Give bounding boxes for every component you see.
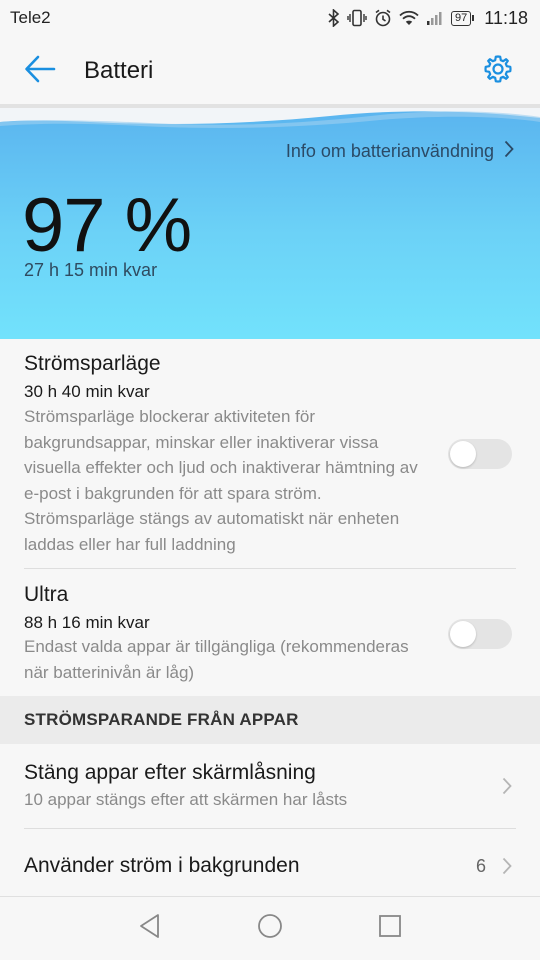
background-power-title: Använder ström i bakgrunden (24, 854, 300, 877)
ultra-toggle[interactable] (448, 619, 512, 649)
nav-home-icon (257, 913, 283, 944)
settings-button[interactable] (466, 36, 530, 106)
power-saving-toggle[interactable] (448, 439, 512, 469)
toggle-knob (450, 441, 476, 467)
battery-usage-info-link[interactable]: Info om batterianvändning (286, 140, 514, 163)
signal-icon (426, 10, 444, 26)
power-saving-description: Strömsparläge blockerar aktiviteten för … (24, 407, 418, 554)
carrier-name: Tele2 (10, 8, 51, 27)
nav-recents-button[interactable] (370, 909, 410, 949)
close-apps-title: Stäng appar efter skärmlåsning (24, 761, 316, 784)
wave-decoration (0, 108, 540, 128)
status-bar: Tele2 97 11:18 (0, 0, 540, 36)
battery-icon: 97 (451, 10, 475, 26)
arrow-back-icon (24, 55, 56, 88)
status-icons: 97 11:18 (328, 8, 528, 29)
background-power-count: 6 (475, 856, 486, 876)
ultra-remaining: 88 h 16 min kvar (24, 613, 150, 632)
app-bar: Batteri (0, 36, 540, 106)
nav-back-button[interactable] (130, 909, 170, 949)
wifi-icon (399, 10, 419, 26)
toggle-knob (450, 621, 476, 647)
chevron-right-icon (502, 857, 512, 880)
back-button[interactable] (0, 36, 84, 106)
info-link-label: Info om batterianvändning (285, 141, 494, 161)
vibrate-icon (347, 9, 367, 27)
power-saving-title: Strömsparläge (24, 352, 161, 375)
chevron-right-icon (504, 140, 514, 163)
page-title: Batteri (84, 57, 154, 84)
battery-hero: Info om batterianvändning 97 % 27 h 15 m… (0, 108, 540, 339)
nav-home-button[interactable] (250, 909, 290, 949)
section-header: STRÖMSPARANDE FRÅN APPAR (0, 696, 540, 744)
battery-percent: 97 % (22, 183, 192, 268)
gear-icon (482, 53, 514, 90)
ultra-row[interactable]: Ultra 88 h 16 min kvar Endast valda appa… (0, 569, 540, 696)
background-power-row[interactable]: Använder ström i bakgrunden 6 (0, 829, 540, 897)
nav-back-icon (138, 913, 162, 944)
battery-level-text: 97 (455, 11, 468, 24)
ultra-description: Endast valda appar är tillgängliga (reko… (24, 637, 409, 682)
bluetooth-icon (328, 9, 340, 27)
ultra-title: Ultra (24, 583, 69, 606)
settings-list: Strömsparläge 30 h 40 min kvar Strömspar… (0, 339, 540, 897)
clock: 11:18 (484, 7, 528, 28)
system-navigation-bar (0, 896, 540, 960)
power-saving-remaining: 30 h 40 min kvar (24, 382, 150, 401)
close-apps-row[interactable]: Stäng appar efter skärmlåsning 10 appar … (0, 744, 540, 828)
nav-recents-icon (378, 914, 402, 943)
power-saving-row[interactable]: Strömsparläge 30 h 40 min kvar Strömspar… (0, 339, 540, 568)
chevron-right-icon (502, 777, 512, 800)
alarm-icon (374, 9, 392, 27)
close-apps-subtitle: 10 appar stängs efter att skärmen har lå… (24, 790, 348, 809)
battery-time-remaining: 27 h 15 min kvar (24, 260, 158, 280)
